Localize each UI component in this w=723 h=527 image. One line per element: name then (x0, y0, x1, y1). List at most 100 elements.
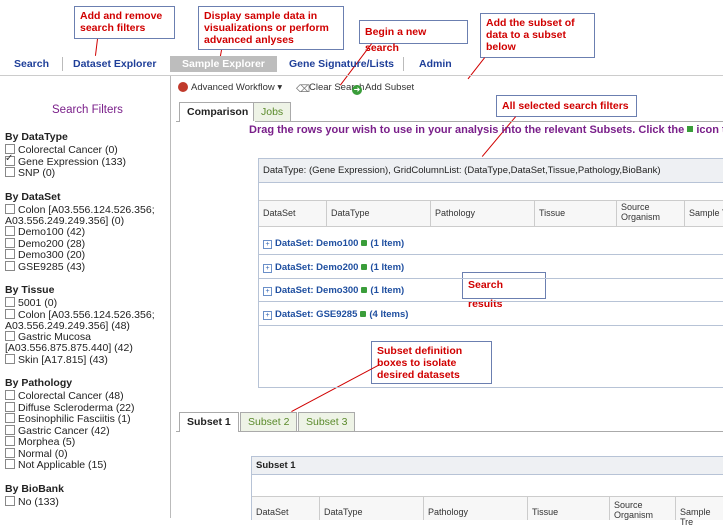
column-header[interactable]: Pathology (431, 201, 535, 226)
dataset-group-label: DataSet: Demo100 (275, 238, 359, 249)
grid-group-row[interactable]: + DataSet: Demo200 (1 Item) (259, 258, 723, 279)
filter-option[interactable]: Colorectal Cancer (0) (5, 144, 118, 156)
filter-checkbox[interactable] (5, 390, 15, 400)
filter-checkbox[interactable] (5, 331, 15, 341)
advanced-workflow-label: Advanced Workflow (191, 82, 275, 93)
filter-checkbox[interactable] (5, 459, 15, 469)
filter-checkbox[interactable] (5, 226, 15, 236)
tab-jobs[interactable]: Jobs (253, 102, 292, 121)
filter-option-label: Demo100 (42) (18, 226, 86, 238)
nav-search[interactable]: Search (14, 58, 49, 70)
filter-option[interactable]: Skin [A17.815] (43) (5, 353, 108, 366)
nav-sample-explorer[interactable]: Sample Explorer (170, 56, 277, 72)
main-nav: Search Dataset Explorer Sample Explorer … (0, 55, 723, 76)
expand-icon[interactable]: + (263, 240, 272, 249)
nav-admin[interactable]: Admin (419, 58, 452, 70)
add-subset-button[interactable]: ➜ Add Subset (352, 82, 414, 95)
nav-dataset-explorer[interactable]: Dataset Explorer (73, 58, 156, 70)
tab-subset-1[interactable]: Subset 1 (179, 412, 239, 432)
column-header[interactable]: Tissue (535, 201, 617, 226)
grid-group-row[interactable]: + DataSet: Demo100 (1 Item) (259, 234, 723, 255)
filter-option[interactable]: Gene Expression (133) (5, 153, 126, 168)
column-header[interactable]: Sample Tre (676, 497, 723, 527)
workflow-icon (178, 82, 188, 92)
filter-option[interactable]: Diffuse Scleroderma (22) (5, 401, 135, 414)
filter-option[interactable]: Colon [A03.556.124.526.356; A03.556.249.2… (5, 308, 155, 332)
column-header[interactable]: DataSet (252, 497, 320, 520)
filter-checkbox[interactable] (5, 436, 15, 446)
filter-checkbox[interactable] (5, 167, 15, 177)
subset-panel[interactable]: Subset 1 DataSet DataType Pathology Tiss… (251, 456, 723, 527)
filter-option[interactable]: Colon [A03.556.124.526.356; A03.556.249.2… (5, 203, 155, 227)
filter-option-label: Normal (0) (18, 447, 68, 460)
column-header[interactable]: DataType (327, 201, 431, 226)
tab-subset-3[interactable]: Subset 3 (298, 412, 356, 431)
filter-option-label: Eosinophilic Fasciitis (1) (18, 413, 131, 425)
column-header[interactable]: DataType (320, 497, 424, 520)
filter-option[interactable]: Normal (0) (5, 447, 68, 460)
add-icon[interactable] (361, 264, 368, 270)
filter-checkbox[interactable] (5, 401, 15, 412)
filter-option[interactable]: GSE9285 (43) (5, 260, 85, 273)
filter-option[interactable]: 5001 (0) (5, 297, 57, 309)
filter-option[interactable]: Not Applicable (15) (5, 459, 107, 471)
advanced-workflow-button[interactable]: Advanced Workflow ▾ (178, 82, 282, 93)
filter-checkbox[interactable] (5, 495, 15, 506)
grid-group-row[interactable]: + DataSet: Demo300 (1 Item) (259, 281, 723, 302)
item-count: (1 Item) (370, 238, 405, 249)
expand-icon[interactable]: + (263, 287, 272, 296)
filter-checkbox[interactable] (5, 447, 15, 458)
filter-option-label: Diffuse Scleroderma (22) (18, 401, 135, 414)
filter-checkbox[interactable] (5, 413, 15, 423)
dataset-group-label: DataSet: Demo200 (275, 262, 359, 273)
filter-checkbox[interactable] (5, 260, 15, 271)
expand-icon[interactable]: + (263, 311, 272, 320)
column-header[interactable]: DataSet (259, 201, 327, 226)
broom-icon: ⌫ (296, 84, 311, 95)
add-icon[interactable] (360, 311, 367, 317)
column-header[interactable]: Tissue (528, 497, 610, 520)
filter-option[interactable]: Demo300 (20) (5, 249, 85, 261)
item-count: (4 Items) (369, 309, 409, 320)
filter-option[interactable]: Demo200 (28) (5, 237, 85, 250)
column-header[interactable]: Pathology (424, 497, 528, 520)
filter-option[interactable]: Eosinophilic Fasciitis (1) (5, 413, 131, 425)
search-filters-title: Search Filters (52, 104, 123, 116)
column-header[interactable]: Source Organism (617, 201, 685, 226)
filter-option[interactable]: No (133) (5, 495, 59, 508)
nav-gene-signature[interactable]: Gene Signature/Lists (289, 58, 394, 70)
filter-checkbox[interactable] (5, 353, 15, 364)
add-icon[interactable] (361, 287, 368, 293)
dataset-group-label: DataSet: GSE9285 (275, 309, 358, 320)
filter-option-label: Skin [A17.815] (43) (18, 353, 108, 366)
add-icon[interactable] (361, 240, 368, 246)
filter-checkbox[interactable] (5, 153, 15, 166)
filter-option-label-cont: [A03.556.875.875.440] (42) (5, 342, 133, 354)
filter-checkbox[interactable] (5, 203, 15, 214)
filter-option[interactable]: Morphea (5) (5, 436, 75, 448)
filter-checkbox[interactable] (5, 297, 15, 307)
filter-checkbox[interactable] (5, 308, 15, 319)
column-header[interactable]: Sample Tr (685, 201, 723, 226)
column-header[interactable]: Source Organism (610, 497, 676, 520)
filter-option-label: Gene Expression (133) (18, 155, 126, 168)
subset-tabs: Subset 1 Subset 2 Subset 3 (176, 411, 723, 432)
filter-checkbox[interactable] (5, 424, 15, 435)
filter-option[interactable]: Demo100 (42) (5, 226, 85, 238)
grid-group-row[interactable]: + DataSet: GSE9285 (4 Items) (259, 305, 723, 326)
tab-comparison[interactable]: Comparison (179, 102, 257, 122)
filter-group-title: By DataType (5, 131, 68, 143)
callout-sample-explorer: Display sample data in visualizations or… (198, 6, 344, 50)
tab-subset-2[interactable]: Subset 2 (240, 412, 298, 431)
filter-option[interactable]: SNP (0) (5, 167, 55, 179)
analysis-tabs: Comparison Jobs (176, 101, 723, 122)
filter-option[interactable]: Gastric Mucosa [A03.556.875.875.440] (42) (5, 331, 133, 354)
filter-checkbox[interactable] (5, 249, 15, 259)
filter-checkbox[interactable] (5, 237, 15, 248)
add-subset-label: Add Subset (365, 82, 415, 93)
filter-option[interactable]: Colorectal Cancer (48) (5, 390, 124, 402)
filter-option[interactable]: Gastric Cancer (42) (5, 424, 110, 437)
expand-icon[interactable]: + (263, 264, 272, 273)
search-filters-panel: Search Filters By DataType Colorectal Can… (0, 76, 171, 518)
filter-option-label-cont: A03.556.249.249.356] (0) (5, 214, 125, 227)
